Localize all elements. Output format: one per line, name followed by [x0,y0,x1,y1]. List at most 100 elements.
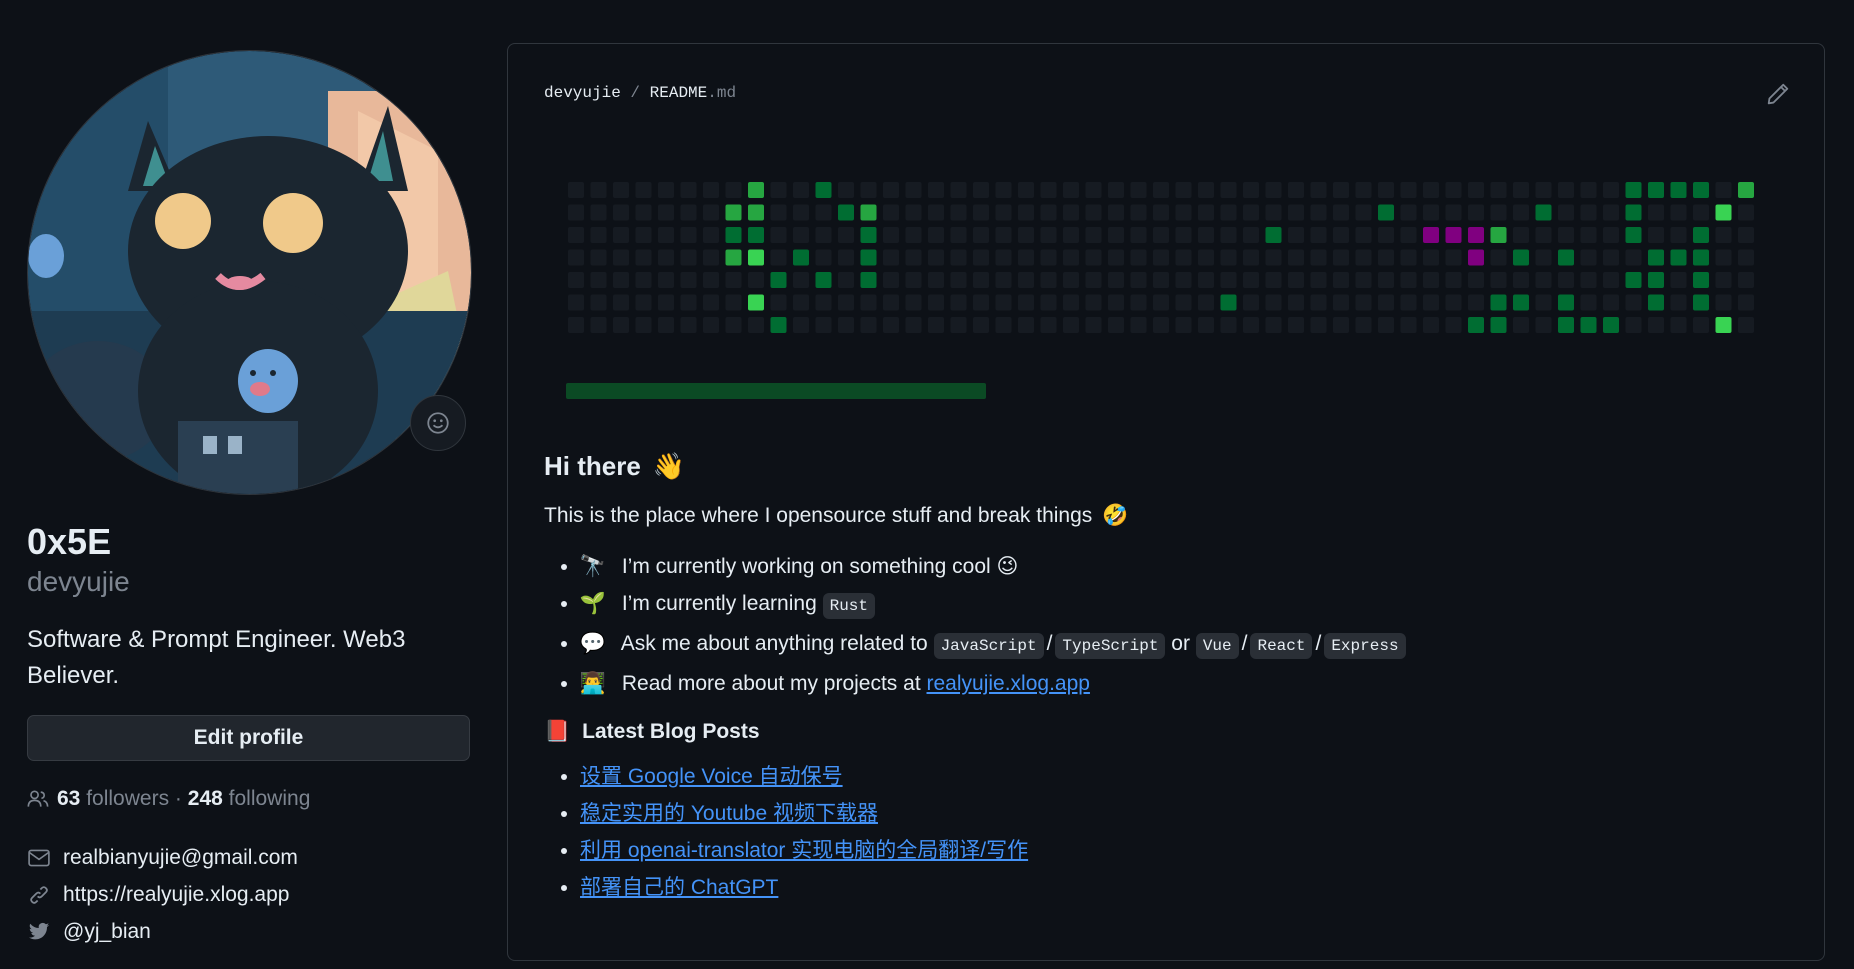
website-link[interactable]: https://realyujie.xlog.app [63,883,289,907]
contribution-cell [860,249,877,266]
contribution-cell [1603,294,1619,311]
technologist-emoji: 👨‍💻 [579,672,607,695]
contribution-cell [1715,182,1732,198]
contribution-cell [905,317,922,333]
contribution-cell [1198,182,1214,198]
contribution-cell [1738,294,1754,311]
contribution-cell [1490,182,1507,198]
contribution-cell [1445,317,1462,333]
contribution-cell [905,249,922,266]
readme-file-link[interactable]: README.md [650,84,736,102]
contribution-cell [793,182,809,198]
contribution-cell [770,294,787,311]
following-link[interactable]: following [229,787,311,811]
contribution-cell [1288,204,1304,221]
contribution-cell [1018,249,1034,266]
contribution-cell [1423,294,1439,311]
bullet-text: Ask me about anything related to [620,632,928,655]
contribution-cell [793,272,809,288]
edit-readme-button[interactable] [1766,82,1790,111]
blog-post-link[interactable]: 利用 openai-translator 实现电脑的全局翻译/写作 [580,839,1028,862]
contribution-cell [748,317,764,333]
contribution-cell [1423,204,1439,221]
readme-breadcrumb: devyujie / README.md [544,84,736,102]
wink-emoji: 😉 [996,555,1019,578]
contribution-cell [613,204,629,221]
contribution-cell [635,249,652,266]
followers-link[interactable]: followers [86,787,169,811]
snake-cell [1423,227,1439,243]
contribution-cell [1085,317,1102,333]
contribution-cell [1558,204,1574,221]
contribution-cell [613,317,629,333]
contribution-cell [973,182,989,198]
bullet-text: I’m currently working on something cool [621,555,991,578]
twitter-link[interactable]: @yj_bian [63,920,151,944]
contribution-cell [815,272,832,288]
contribution-cell [1715,294,1732,311]
contribution-cell [1400,249,1417,266]
contribution-cell [1220,294,1237,311]
contribution-cell [838,204,854,221]
contribution-cell [1378,204,1394,221]
avatar[interactable] [27,50,472,495]
contribution-cell [1198,272,1214,288]
contribution-cell [1018,272,1034,288]
contribution-cell [1355,204,1372,221]
contribution-cell [1288,182,1304,198]
blog-post-item: 利用 openai-translator 实现电脑的全局翻译/写作 [580,832,1784,869]
contribution-cell [1603,182,1619,198]
contribution-cell [1603,317,1619,333]
contribution-cell [590,182,607,198]
contribution-cell [1535,317,1552,333]
wave-emoji: 👋 [652,451,686,481]
contribution-cell [1243,182,1259,198]
contribution-cell [793,227,809,243]
contribution-cell [725,294,742,311]
blog-post-link[interactable]: 部署自己的 ChatGPT [580,876,778,899]
contribution-cell [1355,249,1372,266]
contribution-cell [1445,272,1462,288]
contribution-cell [748,182,764,198]
follow-separator: · [174,787,182,810]
contribution-cell [1423,182,1439,198]
readme-card: devyujie / README.md Hi there 👋 This is … [507,43,1825,961]
contribution-cell [1423,249,1439,266]
email-link[interactable]: realbianyujie@gmail.com [63,846,298,870]
contribution-cell [973,317,989,333]
contribution-cell [703,182,719,198]
blog-post-link[interactable]: 设置 Google Voice 自动保号 [580,765,843,788]
contribution-cell [1063,294,1079,311]
followers-count[interactable]: 63 [57,787,80,811]
edit-profile-button[interactable]: Edit profile [27,715,470,761]
set-status-button[interactable] [410,395,466,451]
contribution-cell [1445,294,1462,311]
contribution-cell [1378,272,1394,288]
contribution-cell [1625,204,1642,221]
contribution-cell [1085,227,1102,243]
contribution-cell [1625,227,1642,243]
contribution-cell [1490,249,1507,266]
contribution-cell [1378,182,1394,198]
readme-owner-link[interactable]: devyujie [544,84,621,102]
projects-link[interactable]: realyujie.xlog.app [927,672,1090,695]
contribution-cell [725,249,742,266]
blog-post-link[interactable]: 稳定实用的 Youtube 视频下载器 [580,802,878,825]
contribution-cell [680,317,697,333]
contribution-cell [1513,317,1529,333]
contribution-cell [1738,249,1754,266]
contribution-cell [1558,317,1574,333]
website-item: https://realyujie.xlog.app [27,876,472,913]
contribution-cell [905,182,922,198]
following-count[interactable]: 248 [188,787,223,811]
readme-intro: This is the place where I opensource stu… [544,500,1784,532]
contribution-cell [1040,204,1057,221]
rofl-emoji: 🤣 [1102,504,1129,527]
contribution-cell [1040,249,1057,266]
contribution-cell [995,294,1012,311]
contribution-cell [1378,249,1394,266]
contribution-cell [613,272,629,288]
contribution-cell [905,227,922,243]
contribution-cell [950,249,967,266]
contribution-cell [995,227,1012,243]
